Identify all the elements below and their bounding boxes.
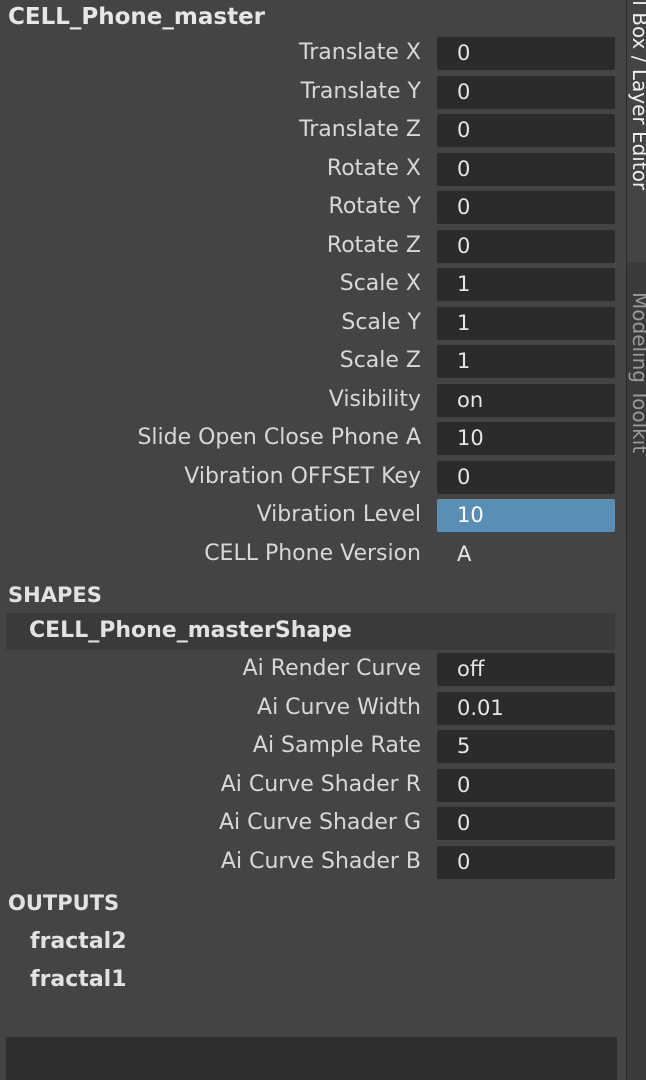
attr-label[interactable]: Slide Open Close Phone A (137, 425, 421, 450)
attr-label[interactable]: Ai Curve Shader R (221, 772, 421, 797)
attr-value-field[interactable]: off (437, 653, 615, 686)
attr-label[interactable]: Translate X (299, 40, 421, 65)
attr-value-field[interactable]: 0 (437, 846, 615, 879)
attr-value-field[interactable]: 0 (437, 230, 615, 263)
output-node-fractal1[interactable]: fractal1 (30, 967, 127, 992)
attr-value-field[interactable]: 10 (437, 422, 615, 455)
attr-row-vibration-level: Vibration Level 10 (0, 498, 626, 536)
attr-label[interactable]: Rotate X (327, 156, 421, 181)
attr-value-field[interactable]: 0 (437, 461, 615, 494)
attr-value-field[interactable]: 5 (437, 730, 615, 763)
attr-row-rotate-x: Rotate X 0 (0, 152, 626, 190)
attr-row-rotate-z: Rotate Z 0 (0, 229, 626, 267)
tab-channel-box-layer-editor[interactable]: el Box / Layer Editor (627, 0, 646, 262)
attr-label[interactable]: Rotate Z (327, 233, 421, 258)
attr-row-visibility: Visibility on (0, 383, 626, 421)
attr-value-field[interactable]: 0 (437, 191, 615, 224)
attr-label[interactable]: Vibration Level (257, 502, 421, 527)
channel-box-panel: CELL_Phone_master Translate X 0 Translat… (0, 0, 626, 1080)
output-node-fractal2[interactable]: fractal2 (30, 929, 127, 954)
attr-label[interactable]: Ai Sample Rate (253, 733, 421, 758)
attr-row-translate-z: Translate Z 0 (0, 113, 626, 151)
attr-value-field[interactable]: 0 (437, 769, 615, 802)
attr-row-phone-version: CELL Phone Version A (0, 537, 626, 575)
attr-value-field[interactable]: 0 (437, 114, 615, 147)
attr-value-field-selected[interactable]: 10 (437, 499, 615, 532)
attr-value-field[interactable]: on (437, 384, 615, 417)
shape-attr-row-shader-r: Ai Curve Shader R 0 (0, 768, 626, 806)
tab-label: Modeling Toolkit (628, 292, 646, 454)
attr-value-field[interactable]: 1 (437, 345, 615, 378)
tab-modeling-toolkit[interactable]: Modeling Toolkit (627, 272, 646, 537)
attr-row-translate-x: Translate X 0 (0, 36, 626, 74)
shape-attr-row-sample-rate: Ai Sample Rate 5 (0, 729, 626, 767)
attr-row-slide-open-close: Slide Open Close Phone A 10 (0, 421, 626, 459)
attr-label[interactable]: Ai Render Curve (243, 656, 421, 681)
attr-value-field[interactable]: 0 (437, 76, 615, 109)
shape-node-name[interactable]: CELL_Phone_masterShape (29, 618, 352, 643)
attr-label[interactable]: CELL Phone Version (204, 541, 421, 566)
attr-row-scale-x: Scale X 1 (0, 267, 626, 305)
object-name-header[interactable]: CELL_Phone_master (8, 4, 265, 30)
attr-label[interactable]: Translate Z (299, 117, 421, 142)
attr-label[interactable]: Translate Y (301, 79, 421, 104)
shape-attr-row-shader-g: Ai Curve Shader G 0 (0, 806, 626, 844)
shape-attr-row-shader-b: Ai Curve Shader B 0 (0, 845, 626, 883)
tab-label: el Box / Layer Editor (628, 0, 646, 191)
attr-value-field[interactable]: 0 (437, 153, 615, 186)
command-line-area[interactable] (6, 1037, 617, 1080)
attr-value-field[interactable]: A (437, 538, 615, 571)
shapes-section-header: SHAPES (8, 583, 102, 607)
shape-attr-row-render-curve: Ai Render Curve off (0, 652, 626, 690)
attr-value-field[interactable]: 1 (437, 268, 615, 301)
attr-value-field[interactable]: 0.01 (437, 692, 615, 725)
attr-value-field[interactable]: 1 (437, 307, 615, 340)
attr-label[interactable]: Vibration OFFSET Key (184, 464, 421, 489)
attr-row-rotate-y: Rotate Y 0 (0, 190, 626, 228)
attr-row-scale-y: Scale Y 1 (0, 306, 626, 344)
attr-value-field[interactable]: 0 (437, 807, 615, 840)
attr-label[interactable]: Scale Z (340, 348, 421, 373)
attr-label[interactable]: Scale X (340, 271, 421, 296)
attr-row-scale-z: Scale Z 1 (0, 344, 626, 382)
attr-label[interactable]: Ai Curve Shader B (221, 849, 421, 874)
attr-label[interactable]: Ai Curve Width (257, 695, 421, 720)
attr-row-translate-y: Translate Y 0 (0, 75, 626, 113)
attr-label[interactable]: Ai Curve Shader G (219, 810, 421, 835)
attr-label[interactable]: Rotate Y (329, 194, 421, 219)
attr-row-vibration-offset: Vibration OFFSET Key 0 (0, 460, 626, 498)
attr-label[interactable]: Visibility (329, 387, 421, 412)
shape-attr-row-curve-width: Ai Curve Width 0.01 (0, 691, 626, 729)
side-tab-strip: el Box / Layer Editor Modeling Toolkit (626, 0, 646, 1080)
shape-node-header[interactable]: CELL_Phone_masterShape (6, 613, 615, 650)
attr-label[interactable]: Scale Y (341, 310, 421, 335)
outputs-section-header: OUTPUTS (8, 891, 120, 915)
attr-value-field[interactable]: 0 (437, 37, 615, 70)
